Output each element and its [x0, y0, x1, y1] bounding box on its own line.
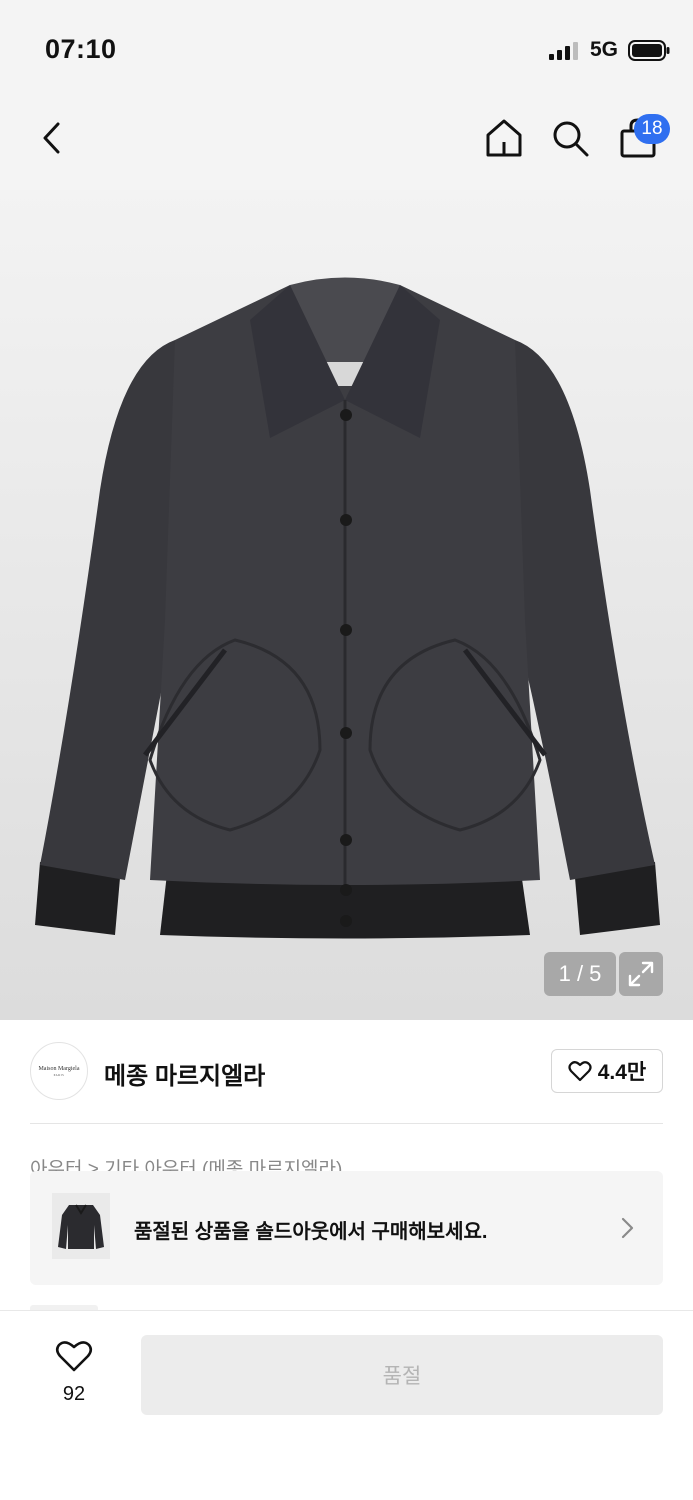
status-time: 07:10	[45, 34, 117, 64]
bottom-action-bar: 92 품절	[0, 1310, 693, 1500]
chevron-right-icon	[621, 1217, 634, 1239]
heart-icon	[568, 1061, 592, 1082]
brand-name[interactable]: 메종 마르지엘라	[104, 1056, 265, 1091]
home-icon	[486, 119, 522, 157]
brand-row[interactable]: Maison Margiela PARIS 메종 마르지엘라 4.4만	[30, 1042, 663, 1102]
product-image-gallery[interactable]	[0, 190, 693, 1020]
brand-logo[interactable]: Maison Margiela PARIS	[30, 1042, 88, 1100]
brand-like-button[interactable]: 4.4만	[551, 1049, 663, 1093]
divider	[30, 1123, 663, 1124]
breadcrumb-text: 아우터 > 기타 아우터 (메종 마르지엘라)	[30, 1159, 343, 1172]
image-counter: 1 / 5	[544, 952, 616, 996]
brand-logo-sub: PARIS	[53, 1072, 65, 1077]
search-icon	[553, 121, 589, 157]
soldout-banner[interactable]: 품절된 상품을 솔드아웃에서 구매해보세요.	[30, 1171, 663, 1285]
expand-button[interactable]	[619, 952, 663, 996]
cart-badge: 18	[634, 114, 670, 144]
soldout-thumbnail	[52, 1193, 110, 1259]
back-arrow-icon	[43, 122, 60, 154]
wish-count: 92	[62, 1383, 86, 1405]
status-bar: 07:10 5G	[0, 0, 693, 92]
home-button[interactable]	[478, 112, 530, 164]
wish-button[interactable]: 92	[40, 1339, 108, 1409]
soldout-buy-button[interactable]: 품절	[141, 1335, 663, 1415]
brand-like-count: 4.4만	[597, 1061, 647, 1084]
back-button[interactable]	[26, 112, 78, 164]
soldout-banner-text: 품절된 상품을 솔드아웃에서 구매해보세요.	[134, 1221, 488, 1243]
heart-icon	[55, 1341, 93, 1372]
signal-icon	[549, 42, 578, 60]
expand-icon	[628, 961, 654, 987]
brand-logo-text: Maison Margiela	[38, 1065, 80, 1072]
battery-icon	[628, 40, 670, 61]
search-button[interactable]	[544, 112, 596, 164]
network-label: 5G	[590, 38, 619, 61]
breadcrumb[interactable]: 아우터 > 기타 아우터 (메종 마르지엘라)	[30, 1156, 663, 1172]
top-nav	[0, 92, 693, 190]
product-image	[35, 277, 660, 939]
